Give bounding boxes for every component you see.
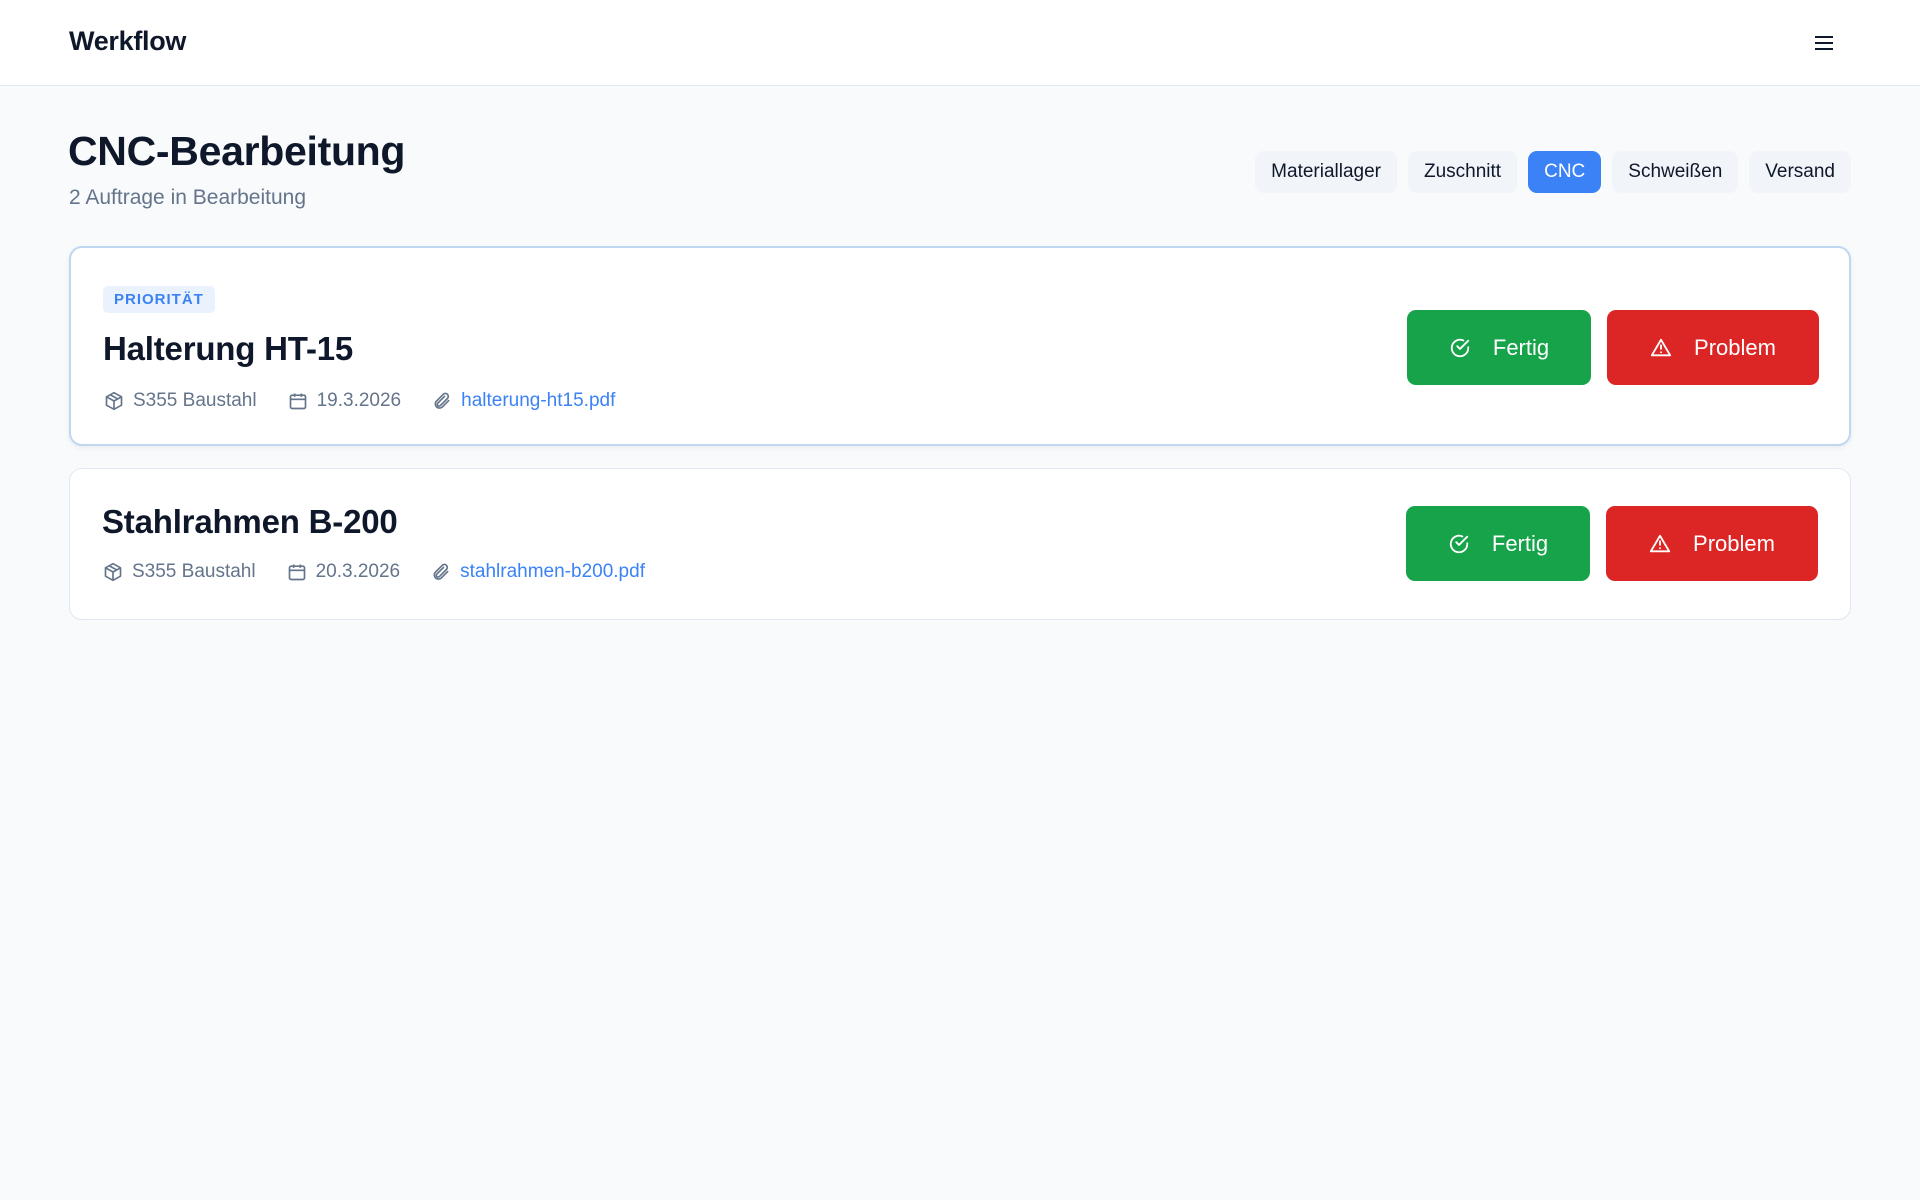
package-icon	[104, 562, 122, 582]
date-info: 19.3.2026	[288, 390, 402, 412]
priority-badge: PRIORITÄT	[103, 286, 215, 313]
order-card: PRIORITÄT Halterung HT-15 S355 Baustahl …	[69, 246, 1851, 446]
top-bar: Werkflow	[0, 0, 1920, 86]
warning-triangle-icon	[1649, 534, 1671, 552]
tab-cnc[interactable]: CNC	[1528, 151, 1602, 193]
done-label: Fertig	[1492, 334, 1550, 360]
done-button[interactable]: Fertig	[1406, 506, 1590, 581]
attachment-link[interactable]: halterung-ht15.pdf	[461, 390, 615, 412]
done-label: Fertig	[1491, 530, 1549, 556]
order-title: Halterung HT-15	[103, 330, 354, 367]
page-title: CNC-Bearbeitung	[68, 128, 406, 174]
order-meta: S355 Baustahl 20.3.2026 stahlrahmen-b200…	[103, 561, 676, 583]
material-info: S355 Baustahl	[103, 561, 256, 583]
problem-label: Problem	[1694, 334, 1776, 360]
calendar-icon	[288, 564, 305, 581]
warning-triangle-icon	[1650, 338, 1672, 356]
attachment-link[interactable]: stahlrahmen-b200.pdf	[460, 561, 645, 583]
calendar-icon	[289, 393, 306, 410]
package-icon	[105, 391, 123, 411]
problem-button[interactable]: Problem	[1606, 506, 1818, 581]
attachment-info[interactable]: stahlrahmen-b200.pdf	[431, 561, 645, 583]
menu-button[interactable]	[1806, 26, 1842, 60]
tab-schweissen[interactable]: Schweißen	[1612, 151, 1739, 193]
check-circle-icon	[1449, 534, 1469, 553]
material-label: S355 Baustahl	[133, 390, 257, 411]
problem-button[interactable]: Problem	[1607, 310, 1819, 385]
paperclip-icon	[434, 392, 450, 409]
order-title: Stahlrahmen B-200	[102, 503, 398, 540]
date-label: 19.3.2026	[316, 390, 402, 411]
page-subtitle: 2 Auftrage in Bearbeitung	[69, 186, 307, 209]
brand-logo[interactable]: Werkflow	[69, 26, 186, 57]
problem-label: Problem	[1693, 530, 1775, 556]
order-meta: S355 Baustahl 19.3.2026 halterung-ht15.p…	[104, 390, 646, 412]
station-tabs: Materiallager Zuschnitt CNC Schweißen Ve…	[1255, 151, 1851, 193]
tab-materiallager[interactable]: Materiallager	[1255, 151, 1397, 193]
check-circle-icon	[1450, 338, 1470, 357]
date-info: 20.3.2026	[287, 561, 401, 583]
attachment-info[interactable]: halterung-ht15.pdf	[432, 390, 615, 412]
tab-versand[interactable]: Versand	[1749, 151, 1851, 193]
material-label: S355 Baustahl	[132, 561, 256, 582]
order-card: Stahlrahmen B-200 S355 Baustahl 20.3.202…	[69, 468, 1851, 620]
material-info: S355 Baustahl	[104, 390, 257, 412]
paperclip-icon	[433, 563, 449, 580]
hamburger-icon	[1815, 36, 1833, 50]
date-label: 20.3.2026	[315, 561, 401, 582]
tab-zuschnitt[interactable]: Zuschnitt	[1408, 151, 1518, 193]
done-button[interactable]: Fertig	[1407, 310, 1591, 385]
